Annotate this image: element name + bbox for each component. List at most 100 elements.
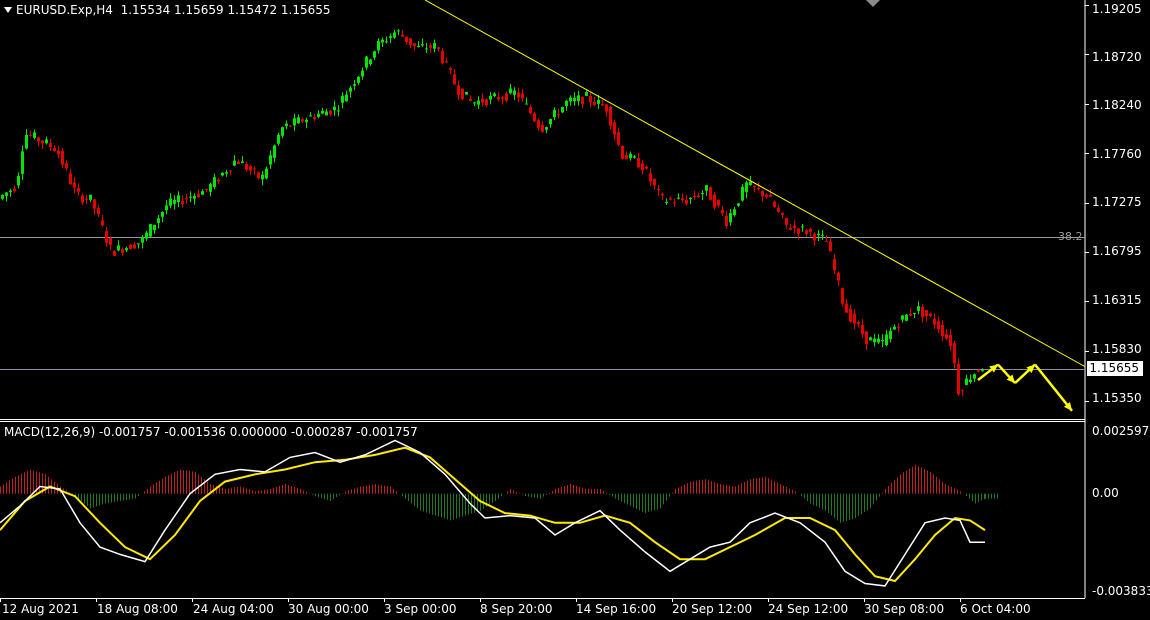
candle-bull (525, 103, 528, 105)
price-chart-canvas[interactable] (0, 0, 1150, 620)
time-tick: 24 Aug 04:00 (193, 602, 274, 616)
candle-bear (409, 38, 412, 46)
candle-bull (877, 338, 880, 343)
candle-bear (469, 99, 472, 101)
candle-bull (233, 160, 236, 166)
candle-bull (21, 151, 24, 174)
candle-bull (549, 119, 552, 125)
candle-bear (777, 207, 780, 212)
candle-bull (573, 97, 576, 102)
candle-bull (277, 134, 280, 144)
candle-bull (817, 233, 820, 236)
candle-bear (825, 240, 828, 242)
candle-bear (757, 187, 760, 189)
candle-bull (973, 374, 976, 379)
candle-bear (37, 137, 40, 142)
time-tick: 24 Sep 12:00 (768, 602, 849, 616)
candle-bear (301, 119, 304, 122)
candle-bull (885, 334, 888, 345)
candle-bull (745, 182, 748, 193)
candle-bear (581, 96, 584, 105)
candle-bear (405, 36, 408, 42)
candle-bull (509, 88, 512, 94)
candle-bull (565, 100, 568, 107)
candle-bear (329, 110, 332, 115)
candle-bull (361, 70, 364, 77)
candle-bear (609, 106, 612, 126)
candle-bear (613, 122, 616, 135)
candle-bull (297, 117, 300, 124)
price-tick: 1.16795 (1092, 244, 1142, 258)
candle-bull (221, 172, 224, 176)
candle-bull (265, 168, 268, 179)
candle-bull (9, 190, 12, 193)
candle-bull (553, 109, 556, 118)
candle-bull (89, 194, 92, 200)
candle-bull (821, 234, 824, 236)
candle-bear (257, 172, 260, 179)
candle-bull (901, 315, 904, 320)
candle-bull (285, 123, 288, 127)
candle-bull (161, 212, 164, 217)
candle-bear (641, 163, 644, 171)
candle-bull (917, 306, 920, 311)
ohlc-values: 1.15534 1.15659 1.15472 1.15655 (120, 3, 331, 17)
candle-bull (801, 226, 804, 228)
price-tick: 1.16315 (1092, 293, 1142, 307)
candle-bull (729, 213, 732, 223)
candle-bull (5, 192, 8, 196)
candle-bear (313, 116, 316, 120)
candle-bull (321, 110, 324, 114)
chart-header: EURUSD.Exp,H4 1.15534 1.15659 1.15472 1.… (4, 3, 331, 17)
candle-bear (945, 333, 948, 339)
candle-bull (741, 186, 744, 201)
candle-bull (545, 127, 548, 130)
time-tick: 6 Oct 04:00 (960, 602, 1031, 616)
time-tick: 8 Sep 20:00 (480, 602, 553, 616)
candle-bull (17, 175, 20, 186)
candle-bear (653, 178, 656, 186)
candle-bull (377, 41, 380, 51)
candle-bear (445, 61, 448, 63)
candle-bear (841, 288, 844, 304)
candle-bull (25, 134, 28, 149)
candle-bear (101, 220, 104, 226)
candle-bull (489, 95, 492, 100)
candle-bull (1, 194, 4, 199)
candle-bear (837, 272, 840, 281)
candle-bear (933, 318, 936, 325)
chart-shift-marker[interactable] (866, 0, 880, 7)
candle-bull (633, 156, 636, 158)
candle-bull (337, 110, 340, 112)
candle-bear (485, 99, 488, 106)
candle-bear (601, 103, 604, 106)
candle-bull (513, 90, 516, 95)
candle-bear (761, 190, 764, 197)
candle-bull (213, 177, 216, 187)
candle-bear (637, 158, 640, 168)
candle-bull (189, 196, 192, 198)
candle-bear (957, 363, 960, 395)
candle-bull (305, 119, 308, 123)
candle-bull (177, 195, 180, 203)
resistance-trendline (424, 0, 1086, 368)
candle-bear (109, 237, 112, 245)
candle-bull (889, 330, 892, 340)
candle-bull (365, 56, 368, 68)
forecast-arrow-segment (1034, 363, 1073, 412)
dropdown-triangle-icon[interactable] (4, 7, 12, 13)
candle-bull (629, 153, 632, 159)
candle-bear (41, 140, 44, 144)
candle-bull (869, 337, 872, 341)
candle-bear (709, 187, 712, 200)
candle-bear (429, 45, 432, 48)
candle-bear (481, 98, 484, 103)
fibonacci-level-label: 38.2 (1058, 230, 1083, 243)
candle-bull (261, 174, 264, 180)
candle-bull (273, 145, 276, 158)
candle-bear (53, 147, 56, 152)
candle-bear (793, 225, 796, 229)
time-tick: 20 Sep 12:00 (672, 602, 753, 616)
candle-bear (625, 155, 628, 160)
candle-bear (857, 321, 860, 324)
